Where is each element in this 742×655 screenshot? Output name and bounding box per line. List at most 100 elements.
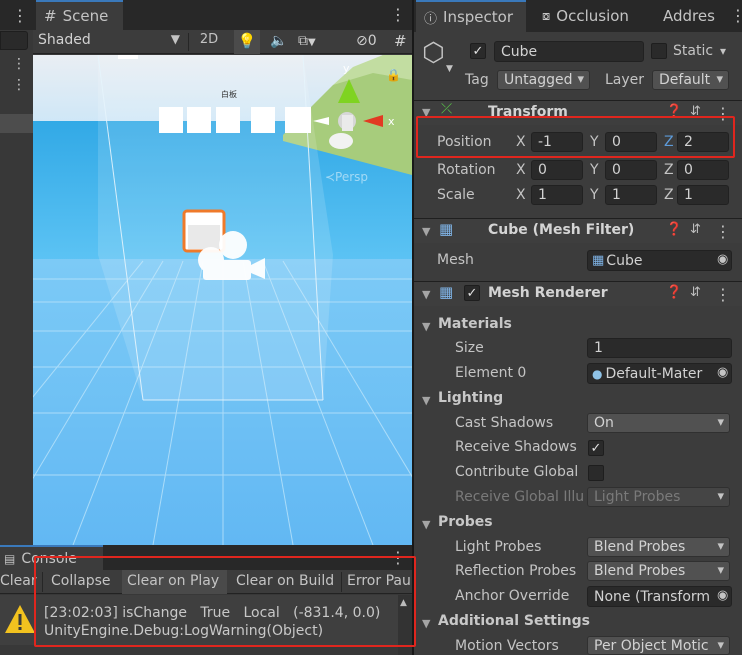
highlight-position-box [416, 116, 735, 158]
scale-x-field[interactable]: 1 [531, 185, 583, 205]
anchor-override-label: Anchor Override [455, 588, 570, 604]
additional-fold-arrow[interactable]: ▼ [422, 617, 430, 630]
object-picker-icon[interactable]: ◉ [717, 588, 728, 603]
scale-x-label: X [516, 187, 526, 203]
mesh-filter-menu-icon[interactable]: ⋮ [715, 224, 731, 240]
chevron-down-icon: ▼ [170, 32, 180, 46]
lighting-fold-arrow[interactable]: ▼ [422, 394, 430, 407]
gameobject-icon[interactable]: ⬡ [422, 38, 445, 68]
scale-y-label: Y [590, 187, 599, 203]
mesh-label: Mesh [437, 252, 474, 268]
scale-z-field[interactable]: 1 [677, 185, 729, 205]
rotation-label: Rotation [437, 162, 496, 178]
mesh-renderer-enabled-checkbox[interactable]: ✓ [464, 285, 480, 301]
anchor-override-field[interactable]: None (Transform [587, 586, 732, 607]
axis-y-label: y [343, 62, 350, 75]
scene-sign-text: 白板 [221, 89, 237, 99]
audio-toggle-icon[interactable]: 🔈 [266, 30, 292, 54]
highlight-console-box [34, 556, 416, 647]
mesh-object-field[interactable]: ▦ Cube [587, 250, 732, 271]
lighting-toggle-icon[interactable]: 💡 [234, 30, 260, 54]
static-checkbox[interactable] [651, 43, 667, 59]
occlusion-icon: ⧇ [542, 8, 551, 24]
info-icon: ⓘ [424, 11, 438, 27]
help-icon[interactable]: ❓ [666, 222, 682, 237]
left-panel-menu-icon[interactable]: ⋮ [12, 8, 28, 24]
grid-toggle-icon[interactable]: # [394, 30, 412, 54]
grid-icon: # [44, 7, 57, 25]
hierarchy-selected-row[interactable] [0, 114, 33, 133]
mesh-renderer-fold-arrow[interactable]: ▼ [422, 288, 430, 301]
left-panel-menu-icon-3[interactable]: ⋮ [12, 78, 26, 92]
mesh-filter-fold-arrow[interactable]: ▼ [422, 225, 430, 238]
mesh-icon: ▦ [592, 253, 605, 268]
cast-shadows-dropdown[interactable]: On [587, 413, 730, 433]
hidden-objects-icon[interactable]: ⊘0 [356, 30, 386, 54]
mesh-filter-title: Cube (Mesh Filter) [488, 222, 635, 238]
rotation-z-field[interactable]: 0 [677, 160, 729, 180]
inspector-menu-icon[interactable]: ⋮ [730, 8, 742, 24]
lighting-title[interactable]: Lighting [438, 390, 503, 406]
tab-occlusion[interactable]: ⧇ Occlusion [534, 0, 652, 32]
motion-vectors-dropdown[interactable]: Per Object Motic [587, 636, 730, 655]
mesh-renderer-menu-icon[interactable]: ⋮ [715, 287, 731, 303]
element0-label: Element 0 [455, 365, 527, 381]
gameobject-icon-chevron: ▼ [446, 64, 453, 74]
help-icon[interactable]: ❓ [666, 285, 682, 300]
mesh-renderer-icon: ▦ [439, 283, 454, 301]
size-field[interactable]: 1 [587, 338, 732, 358]
receive-shadows-checkbox[interactable]: ✓ [588, 440, 604, 456]
console-log-row-next[interactable] [0, 646, 398, 655]
light-probes-dropdown[interactable]: Blend Probes [587, 537, 730, 557]
scene-viewport[interactable]: 白板 y x ≺Persp [33, 55, 412, 545]
transform-icon: ⤫ [441, 101, 453, 117]
tag-dropdown[interactable]: Untagged [497, 70, 590, 90]
left-search-field[interactable] [0, 31, 28, 50]
materials-fold-arrow[interactable]: ▼ [422, 320, 430, 333]
mesh-filter-icon: ▦ [439, 220, 454, 238]
tab-inspector[interactable]: ⓘ Inspector [416, 0, 526, 32]
scene-menu-icon[interactable]: ⋮ [390, 7, 406, 23]
left-panel-menu-icon-2[interactable]: ⋮ [12, 57, 26, 71]
shading-mode-dropdown[interactable]: Shaded ▼ [38, 32, 182, 52]
reflection-probes-dropdown[interactable]: Blend Probes [587, 561, 730, 581]
element0-object-field[interactable]: ● Default-Mater [587, 363, 732, 384]
tab-scene[interactable]: # Scene [36, 0, 123, 30]
probes-title[interactable]: Probes [438, 514, 493, 530]
effects-toggle-icon[interactable]: ⧉▼ [298, 30, 332, 54]
motion-vectors-label: Motion Vectors [455, 638, 559, 654]
tab-addressables[interactable]: Addres [655, 0, 727, 32]
materials-title[interactable]: Materials [438, 316, 512, 332]
axis-x-label: x [388, 115, 395, 128]
rotation-x-label: X [516, 162, 526, 178]
receive-global-dropdown: Light Probes [587, 487, 730, 507]
preset-icon[interactable]: ⇵ [690, 285, 701, 300]
tag-label: Tag [465, 72, 489, 88]
object-picker-icon[interactable]: ◉ [717, 365, 728, 380]
rotation-x-field[interactable]: 0 [531, 160, 583, 180]
toggle-2d-button[interactable]: 2D [194, 32, 224, 52]
toolbar-divider [188, 33, 189, 51]
cast-shadows-label: Cast Shadows [455, 415, 554, 431]
size-label: Size [455, 340, 484, 356]
contribute-global-checkbox[interactable] [588, 465, 604, 481]
static-dropdown-chevron[interactable]: ▾ [720, 44, 726, 58]
receive-global-label: Receive Global Illu [455, 489, 583, 505]
additional-settings-title[interactable]: Additional Settings [438, 613, 590, 629]
receive-shadows-label: Receive Shadows [455, 439, 577, 455]
preset-icon[interactable]: ⇵ [690, 222, 701, 237]
persp-label[interactable]: ≺Persp [325, 170, 368, 184]
console-icon: ▤ [4, 551, 16, 566]
scene-lock-icon[interactable]: 🔒 [386, 68, 401, 82]
layer-dropdown[interactable]: Default [652, 70, 729, 90]
probes-fold-arrow[interactable]: ▼ [422, 518, 430, 531]
object-picker-icon[interactable]: ◉ [717, 252, 728, 267]
rotation-y-field[interactable]: 0 [605, 160, 657, 180]
mesh-renderer-title: Mesh Renderer [488, 285, 608, 301]
scene-tab-label: Scene [62, 7, 109, 25]
layer-label: Layer [605, 72, 645, 88]
scale-y-field[interactable]: 1 [605, 185, 657, 205]
object-name-input[interactable]: Cube [494, 41, 644, 62]
static-label: Static [673, 43, 714, 59]
active-checkbox[interactable]: ✓ [470, 43, 486, 59]
